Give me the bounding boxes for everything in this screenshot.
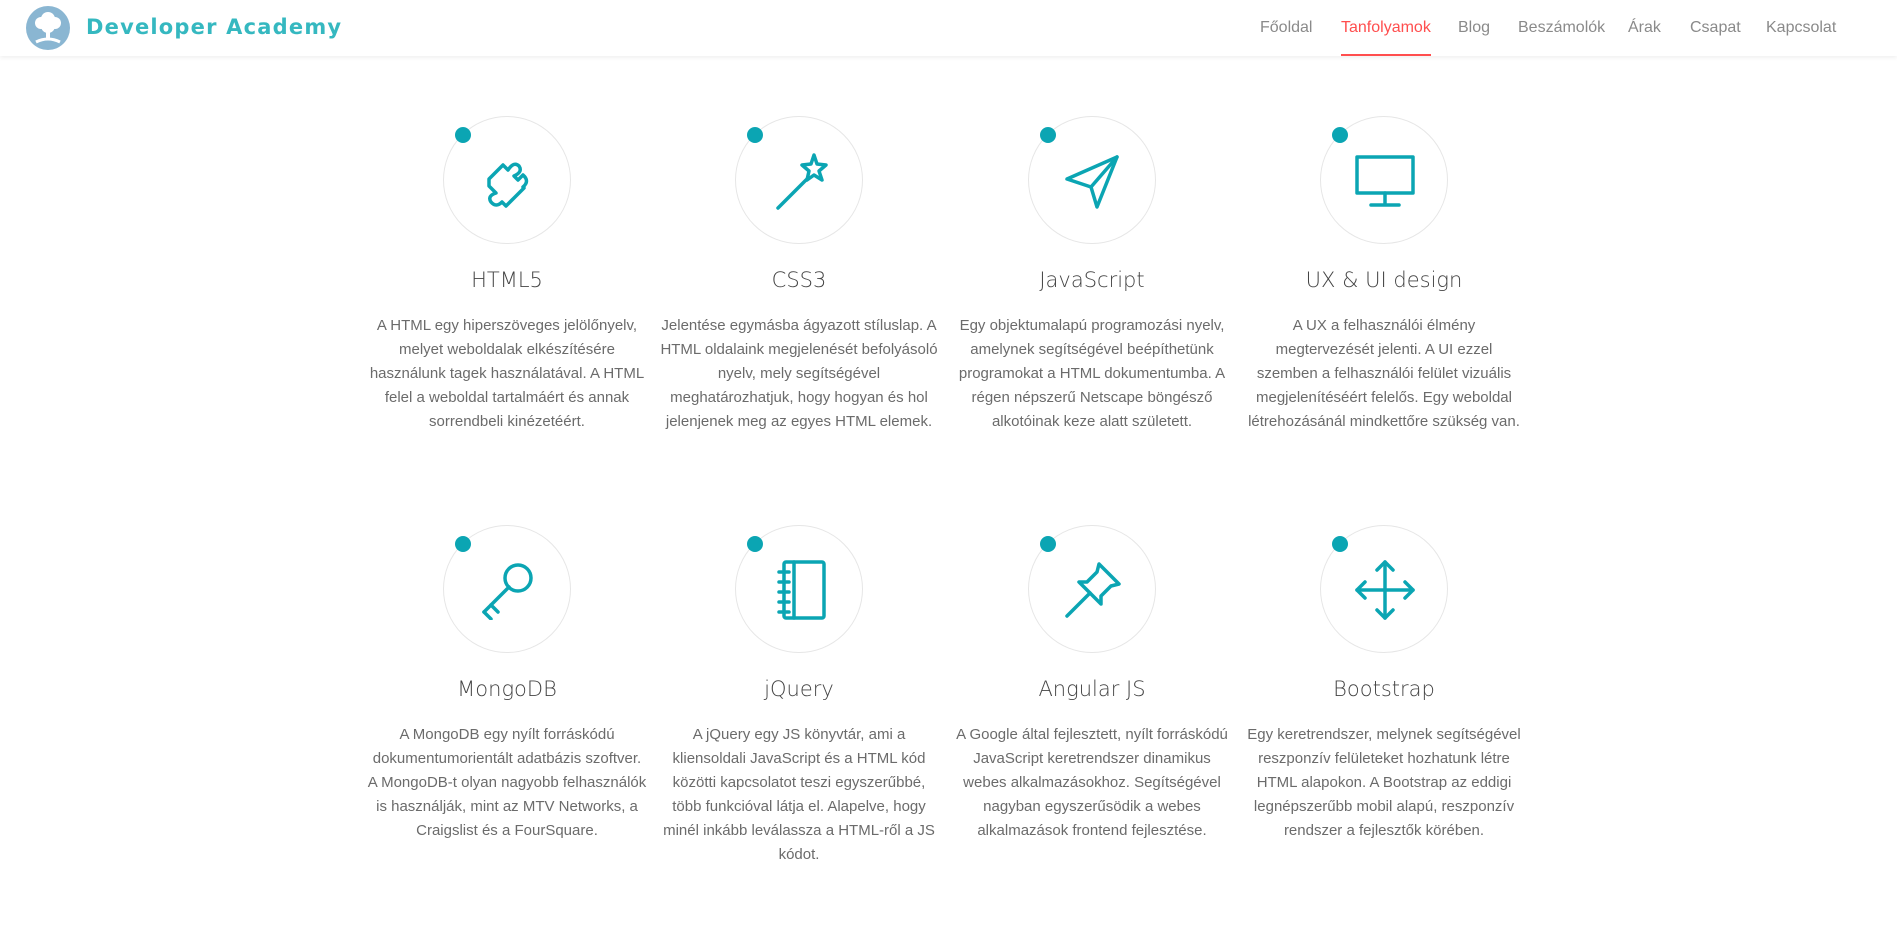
icon-circle [443,525,571,653]
nav-item-arak[interactable]: Árak [1628,0,1661,56]
nav-item-tanfolyamok[interactable]: Tanfolyamok [1341,0,1431,56]
icon-circle [735,525,863,653]
course-title: MongoDB [457,677,557,701]
course-title: Angular JS [1038,677,1146,701]
accent-dot [747,127,763,143]
nav-item-fooldal[interactable]: Főoldal [1260,0,1312,56]
accent-dot [455,127,471,143]
course-title: CSS3 [771,268,827,292]
course-description: A MongoDB egy nyílt forráskódú dokumentu… [367,726,647,839]
brand-name[interactable]: Developer Academy [86,15,342,39]
course-title: HTML5 [471,268,543,292]
tree-logo-icon[interactable] [26,6,70,50]
nav-item-beszamolok[interactable]: Beszámolók [1518,0,1605,56]
course-title: jQuery [764,677,834,701]
pushpin-icon [1065,562,1121,618]
icon-circle [443,116,571,244]
course-description: A HTML egy hiperszöveges jelölőnyelv, me… [369,317,645,430]
icon-circle [1320,116,1448,244]
course-title: Bootstrap [1333,677,1435,701]
course-description: A Google által fejlesztett, nyílt forrás… [956,726,1228,839]
accent-dot [1332,127,1348,143]
icon-circle [1320,525,1448,653]
course-description: Egy keretrendszer, melynek segítségével … [1247,726,1521,839]
nav-item-csapat[interactable]: Csapat [1690,0,1741,56]
accent-dot [1332,536,1348,552]
accent-dot [1040,536,1056,552]
nav-item-kapcsolat[interactable]: Kapcsolat [1766,0,1836,56]
nav-item-blog[interactable]: Blog [1458,0,1490,56]
icon-circle [1028,525,1156,653]
puzzle-icon [487,162,529,208]
paper-plane-icon [1065,155,1119,209]
course-title: UX & UI design [1305,268,1463,292]
icon-circle [1028,116,1156,244]
navbar: Developer Academy Főoldal Tanfolyamok Bl… [0,0,1897,56]
accent-dot [455,536,471,552]
move-arrows-icon [1355,560,1415,620]
course-title: JavaScript [1039,268,1145,292]
icon-circle [735,116,863,244]
accent-dot [747,536,763,552]
course-description: A jQuery egy JS könyvtár, ami a kliensol… [663,726,935,863]
accent-dot [1040,127,1056,143]
key-icon [482,563,533,620]
monitor-icon [1355,155,1415,207]
course-description: A UX a felhasználói élmény megtervezését… [1248,317,1520,430]
notebook-icon [777,560,826,620]
course-description: Egy objektumalapú programozási nyelv, am… [958,317,1226,430]
magic-wand-icon [776,153,828,210]
course-description: Jelentése egymásba ágyazott stíluslap. A… [660,317,938,430]
